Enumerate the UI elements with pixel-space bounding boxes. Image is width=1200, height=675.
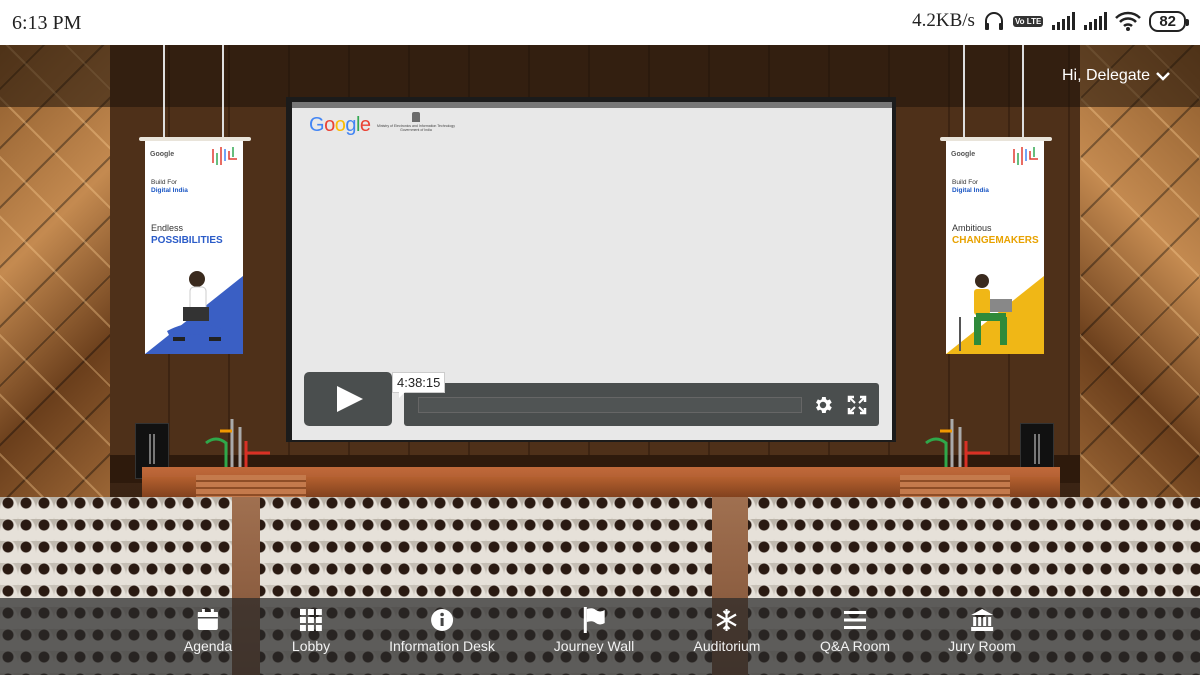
circuit-sculpture-left — [205, 419, 270, 467]
user-menu[interactable]: Hi, Delegate — [1062, 67, 1170, 85]
status-bar: 6:13 PM 4.2KB/s Vo LTE 82 — [0, 0, 1200, 45]
banner-tagline-line2: Digital India — [151, 187, 188, 194]
video-timecode: 4:38:15 — [392, 372, 446, 398]
menu-icon — [843, 608, 867, 632]
nav-journey-wall[interactable]: Journey Wall — [553, 607, 635, 654]
banner-wire — [163, 45, 165, 140]
banner-line2: POSSIBILITIES — [151, 235, 223, 246]
signal-icon — [1084, 12, 1108, 30]
calendar-icon — [196, 608, 220, 632]
wifi-icon — [1115, 11, 1142, 31]
banner-tagline-line1: Build For — [952, 179, 979, 186]
banner-tagline-line1: Build For — [151, 179, 178, 186]
battery-icon: 82 — [1149, 10, 1189, 32]
video-controls — [404, 383, 879, 426]
person-with-laptop-illustration — [167, 271, 225, 341]
nav-label: Jury Room — [948, 638, 1016, 654]
settings-gear-icon[interactable] — [812, 394, 834, 416]
banner-google-logo: Google — [951, 151, 976, 158]
circuit-decoration — [212, 147, 237, 165]
banner-wire — [1022, 45, 1024, 140]
status-indicators: 4.2KB/s Vo LTE 82 — [912, 10, 1189, 32]
circuit-decoration — [1013, 147, 1038, 165]
banner-right: Google Build For Digital India Ambitious … — [946, 141, 1044, 354]
banner-wire — [963, 45, 965, 140]
banner-tagline-line2: Digital India — [952, 187, 989, 194]
flag-icon — [582, 607, 606, 633]
status-time: 6:13 PM — [12, 12, 82, 34]
left-wall — [0, 45, 110, 515]
signal-icon — [1052, 12, 1076, 30]
play-button[interactable] — [304, 372, 392, 426]
nav-auditorium[interactable]: Auditorium — [693, 608, 761, 654]
circuit-sculpture-right — [925, 419, 990, 467]
screen-top-border — [292, 102, 892, 108]
auditorium-scene: Hi, Delegate Google Build For Digital Ind… — [0, 45, 1200, 675]
headphones-icon — [984, 12, 1003, 30]
nav-agenda[interactable]: Agenda — [184, 608, 232, 654]
screen-google-logo: Google — [309, 114, 371, 136]
chevron-down-icon — [1156, 72, 1170, 81]
nav-lobby[interactable]: Lobby — [292, 608, 330, 654]
banner-line2: CHANGEMAKERS — [952, 235, 1039, 246]
emblem-icon — [412, 112, 420, 122]
nav-label: Agenda — [183, 638, 233, 654]
banner-google-logo: Google — [150, 151, 175, 158]
ministry-text: Ministry of Electronics and Information … — [377, 124, 455, 132]
ministry-logo: Ministry of Electronics and Information … — [376, 112, 456, 132]
grid-icon — [299, 608, 323, 632]
nav-label: Auditorium — [693, 638, 761, 654]
snowflake-icon — [715, 608, 739, 632]
bottom-navigation: Agenda Lobby Information Desk Journey Wa… — [0, 598, 1200, 675]
nav-jury-room[interactable]: Jury Room — [948, 608, 1016, 654]
person-with-laptop-illustration — [959, 274, 1012, 351]
banner-left: Google Build For Digital India Endless PO… — [145, 141, 243, 354]
banner-line1: Endless — [151, 223, 184, 233]
right-wall — [1080, 45, 1200, 515]
fullscreen-icon[interactable] — [847, 395, 867, 415]
nav-label: Lobby — [291, 638, 331, 654]
banner-line1: Ambitious — [952, 223, 992, 233]
nav-label: Information Desk — [389, 638, 495, 654]
banner-tagline: Build For Digital India — [151, 179, 188, 195]
volte-icon: Vo LTE — [1012, 15, 1044, 27]
bank-icon — [970, 608, 994, 632]
banner-tagline: Build For Digital India — [952, 179, 989, 195]
video-player[interactable]: Google Ministry of Electronics and Infor… — [292, 102, 892, 440]
video-progress-bar[interactable] — [418, 397, 802, 413]
greeting-text: Hi, Delegate — [1061, 67, 1150, 84]
info-icon — [430, 608, 454, 632]
nav-label: Q&A Room — [819, 638, 891, 654]
network-speed: 4.2KB/s — [912, 10, 975, 31]
nav-qa-room[interactable]: Q&A Room — [820, 608, 890, 654]
nav-label: Journey Wall — [553, 638, 635, 654]
nav-information-desk[interactable]: Information Desk — [389, 608, 495, 654]
banner-wire — [222, 45, 224, 140]
